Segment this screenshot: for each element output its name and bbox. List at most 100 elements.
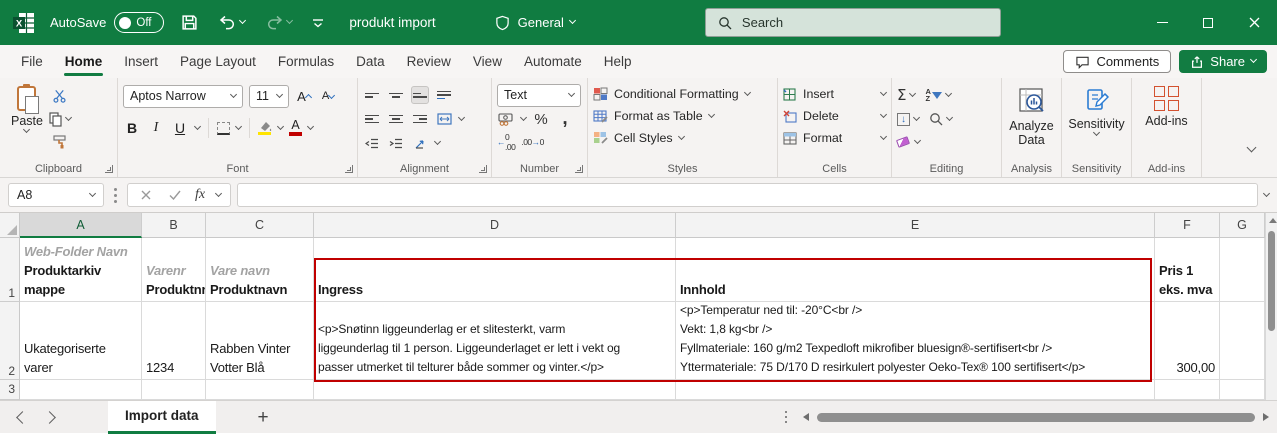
scrollbar-resize-handle[interactable] <box>785 416 788 419</box>
format-as-table-button[interactable]: Format as Table <box>593 105 772 127</box>
clear-button[interactable] <box>897 133 920 151</box>
formula-input[interactable] <box>237 183 1258 207</box>
sort-filter-button[interactable]: AZ <box>925 86 950 104</box>
middle-align-button[interactable] <box>387 86 405 104</box>
column-header-f[interactable]: F <box>1155 213 1220 238</box>
cell-d1[interactable]: Ingress <box>314 238 676 302</box>
redo-button[interactable] <box>262 11 295 34</box>
analyze-data-button[interactable]: Analyze Data <box>1007 83 1056 150</box>
format-painter-button[interactable] <box>49 133 71 151</box>
tab-review[interactable]: Review <box>396 47 462 76</box>
underline-button[interactable]: U <box>171 119 189 137</box>
cell-b2[interactable]: 1234 <box>142 302 206 380</box>
scroll-left-icon[interactable] <box>803 413 809 421</box>
tab-data[interactable]: Data <box>345 47 396 76</box>
row-header-1[interactable]: 1 <box>0 238 20 302</box>
bold-button[interactable]: B <box>123 119 141 137</box>
column-header-a[interactable]: A <box>20 213 142 238</box>
align-right-button[interactable] <box>411 110 429 128</box>
fx-dropdown-icon[interactable] <box>215 189 222 196</box>
increase-indent-button[interactable] <box>387 134 405 152</box>
maximize-button[interactable] <box>1185 0 1231 45</box>
cell-f2[interactable]: 300,00 <box>1155 302 1220 380</box>
increase-decimal-button[interactable]: ←0.00 <box>497 133 515 151</box>
borders-dropdown-icon[interactable] <box>235 122 242 129</box>
column-header-b[interactable]: B <box>142 213 206 238</box>
column-header-g[interactable]: G <box>1220 213 1265 238</box>
addins-button[interactable]: Add-ins <box>1137 83 1196 131</box>
format-cells-button[interactable]: Format <box>783 127 886 149</box>
cell-e1[interactable]: Innhold <box>676 238 1155 302</box>
cell-d2[interactable]: <p>Snøtinn liggeunderlag er et slitester… <box>314 302 676 380</box>
autosave-control[interactable]: AutoSave Off <box>50 12 164 33</box>
merge-center-button[interactable] <box>435 110 453 128</box>
tab-help[interactable]: Help <box>593 47 643 76</box>
increase-font-size-button[interactable]: A <box>295 87 313 105</box>
cell-f3[interactable] <box>1155 380 1220 400</box>
cell-e2[interactable]: <p>Temperatur ned til: -20°C<br /> Vekt:… <box>676 302 1155 380</box>
cell-g1[interactable] <box>1220 238 1265 302</box>
new-sheet-button[interactable] <box>258 408 269 427</box>
cell-styles-button[interactable]: Cell Styles <box>593 127 772 149</box>
collapse-ribbon-icon[interactable] <box>1247 143 1257 153</box>
sensitivity-button[interactable]: Sensitivity <box>1067 83 1126 138</box>
orientation-button[interactable] <box>411 134 429 152</box>
scroll-up-icon[interactable] <box>1269 218 1277 223</box>
underline-dropdown-icon[interactable] <box>194 122 201 129</box>
tab-home[interactable]: Home <box>54 47 114 76</box>
horizontal-scrollbar[interactable] <box>785 413 1277 422</box>
cell-a1[interactable]: Web-Folder Navn Produktarkiv mappe <box>20 238 142 302</box>
cancel-button[interactable] <box>137 186 155 204</box>
font-dialog-launcher[interactable] <box>345 165 353 173</box>
comments-button[interactable]: Comments <box>1063 50 1171 73</box>
insert-function-button[interactable]: fx <box>195 187 205 203</box>
copy-dropdown-icon[interactable] <box>65 113 72 120</box>
tab-page-layout[interactable]: Page Layout <box>169 47 267 76</box>
cell-g2[interactable] <box>1220 302 1265 380</box>
bottom-align-button[interactable] <box>411 86 429 104</box>
orientation-dropdown-icon[interactable] <box>434 137 441 144</box>
cell-c2[interactable]: Rabben Vinter Votter Blå <box>206 302 314 380</box>
tab-view[interactable]: View <box>462 47 513 76</box>
cell-b3[interactable] <box>142 380 206 400</box>
align-left-button[interactable] <box>363 110 381 128</box>
document-title[interactable]: produkt import <box>349 15 435 30</box>
fill-button[interactable] <box>897 110 919 128</box>
column-header-d[interactable]: D <box>314 213 676 238</box>
name-box-dropdown-icon[interactable] <box>89 189 96 196</box>
cell-g3[interactable] <box>1220 380 1265 400</box>
select-all-button[interactable] <box>0 213 20 238</box>
save-button[interactable] <box>178 10 201 35</box>
percent-style-button[interactable]: % <box>532 110 550 128</box>
cell-a3[interactable] <box>20 380 142 400</box>
expand-formula-bar-icon[interactable] <box>1263 189 1270 196</box>
enter-button[interactable] <box>166 186 184 204</box>
sheet-tab-import-data[interactable]: Import data <box>108 401 216 434</box>
conditional-formatting-button[interactable]: Conditional Formatting <box>593 83 772 105</box>
cell-c3[interactable] <box>206 380 314 400</box>
minimize-button[interactable] <box>1139 0 1185 45</box>
decrease-decimal-button[interactable]: .00→0 <box>521 133 544 151</box>
decrease-indent-button[interactable] <box>363 134 381 152</box>
find-select-button[interactable] <box>929 110 952 128</box>
decrease-font-size-button[interactable]: A <box>319 87 337 105</box>
tab-automate[interactable]: Automate <box>513 47 593 76</box>
tab-file[interactable]: File <box>10 47 54 76</box>
undo-dropdown-icon[interactable] <box>239 17 246 24</box>
font-name-combo[interactable]: Aptos Narrow <box>123 85 243 108</box>
autosum-button[interactable]: Σ <box>897 86 915 104</box>
center-button[interactable] <box>387 110 405 128</box>
top-align-button[interactable] <box>363 86 381 104</box>
column-header-e[interactable]: E <box>676 213 1155 238</box>
copy-button[interactable] <box>49 110 71 128</box>
comma-style-button[interactable]: , <box>556 110 574 128</box>
scroll-right-icon[interactable] <box>1263 413 1269 421</box>
cut-button[interactable] <box>49 87 71 105</box>
cell-a2[interactable]: Ukategoriserte varer <box>20 302 142 380</box>
row-header-3[interactable]: 3 <box>0 380 20 400</box>
formula-bar-handle[interactable] <box>114 194 117 197</box>
insert-cells-button[interactable]: Insert <box>783 83 886 105</box>
cell-e3[interactable] <box>676 380 1155 400</box>
fill-color-button[interactable] <box>258 121 272 136</box>
paste-button[interactable]: Paste <box>5 83 49 151</box>
